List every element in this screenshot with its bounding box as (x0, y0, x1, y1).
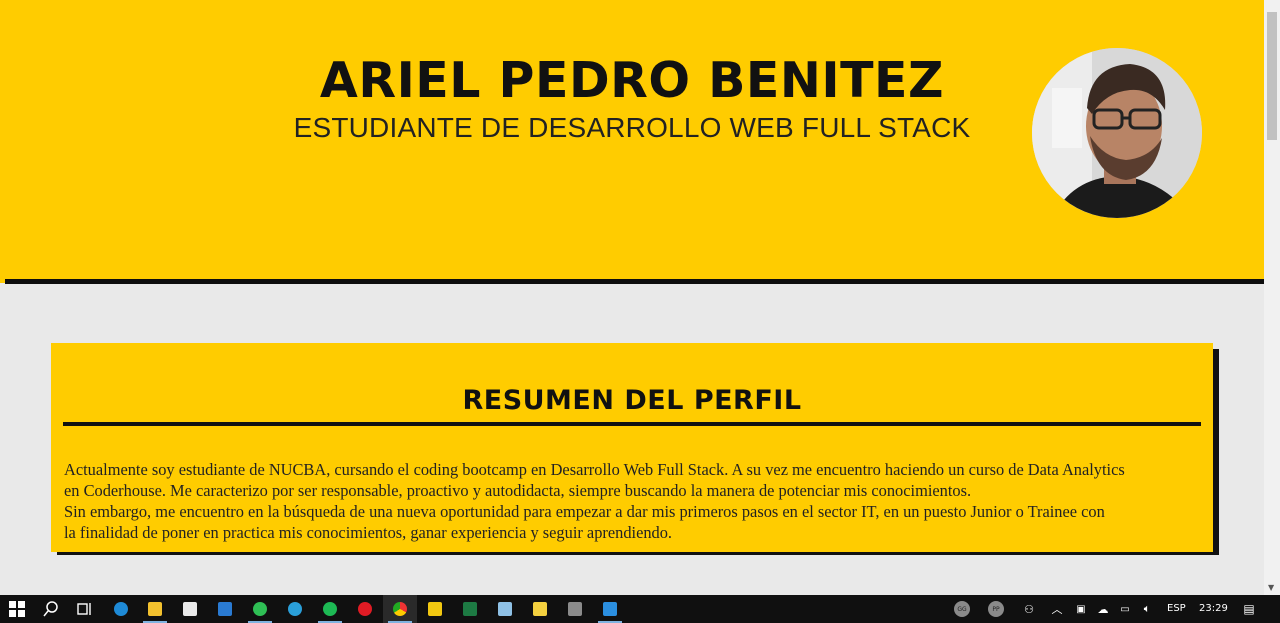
file-explorer-icon[interactable] (138, 595, 172, 623)
header-divider (5, 279, 1264, 284)
summary-line: la finalidad de poner en practica mis co… (64, 523, 673, 542)
people-icon[interactable]: ⚇ (1018, 595, 1040, 623)
avatar-initials: GG (954, 601, 970, 617)
cloud-icon[interactable]: ☁ (1092, 595, 1114, 623)
summary-line: Sin embargo, me encuentro en la búsqueda… (64, 502, 1105, 521)
vscode-icon[interactable] (593, 595, 627, 623)
whatsapp-icon[interactable] (243, 595, 277, 623)
header: ARIEL PEDRO BENITEZ ESTUDIANTE DE DESARR… (0, 0, 1264, 283)
summary-line: en Coderhouse. Me caracterizo por ser re… (64, 481, 972, 500)
notifications-icon[interactable]: ▤ (1238, 595, 1260, 623)
chrome-icon[interactable] (383, 595, 417, 623)
windows-taskbar: GG PP ⚇ ︿ ▣ ☁ ▭ 🔈︎ ESP 23:29 ▤ (0, 595, 1280, 623)
notepad-icon[interactable] (488, 595, 522, 623)
avatar-initials: PP (988, 601, 1004, 617)
excel-icon[interactable] (453, 595, 487, 623)
edge-icon[interactable] (104, 595, 138, 623)
mail-icon[interactable] (208, 595, 242, 623)
calculator-icon[interactable] (558, 595, 592, 623)
vertical-scrollbar[interactable]: ▼ (1264, 0, 1280, 595)
power-bi-icon[interactable] (418, 595, 452, 623)
store-icon[interactable] (173, 595, 207, 623)
windows-start-icon[interactable] (0, 595, 34, 623)
section-divider (63, 422, 1201, 426)
meet-icon[interactable]: ▣ (1070, 595, 1092, 623)
user-avatar-pp[interactable]: PP (985, 595, 1007, 623)
language-indicator[interactable]: ESP (1167, 595, 1186, 623)
scrollbar-thumb[interactable] (1267, 12, 1277, 140)
summary-line: Actualmente soy estudiante de NUCBA, cur… (64, 460, 1125, 479)
chevron-up-icon[interactable]: ︿ (1046, 595, 1068, 623)
scroll-down-arrow-icon[interactable]: ▼ (1268, 583, 1274, 592)
clock[interactable]: 23:29 (1199, 595, 1228, 623)
task-view-icon[interactable] (68, 595, 102, 623)
sticky-notes-icon[interactable] (523, 595, 557, 623)
volume-icon[interactable]: 🔈︎ (1136, 595, 1158, 623)
search-icon[interactable] (34, 595, 68, 623)
spotify-icon[interactable] (313, 595, 347, 623)
profile-summary-text: Actualmente soy estudiante de NUCBA, cur… (64, 459, 1204, 543)
profile-summary-card: RESUMEN DEL PERFIL Actualmente soy estud… (51, 343, 1213, 552)
user-avatar-gg[interactable]: GG (951, 595, 973, 623)
section-title: RESUMEN DEL PERFIL (462, 385, 802, 416)
network-icon[interactable]: ▭ (1114, 595, 1136, 623)
opera-icon[interactable] (348, 595, 382, 623)
telegram-icon[interactable] (278, 595, 312, 623)
profile-photo (1032, 48, 1202, 218)
